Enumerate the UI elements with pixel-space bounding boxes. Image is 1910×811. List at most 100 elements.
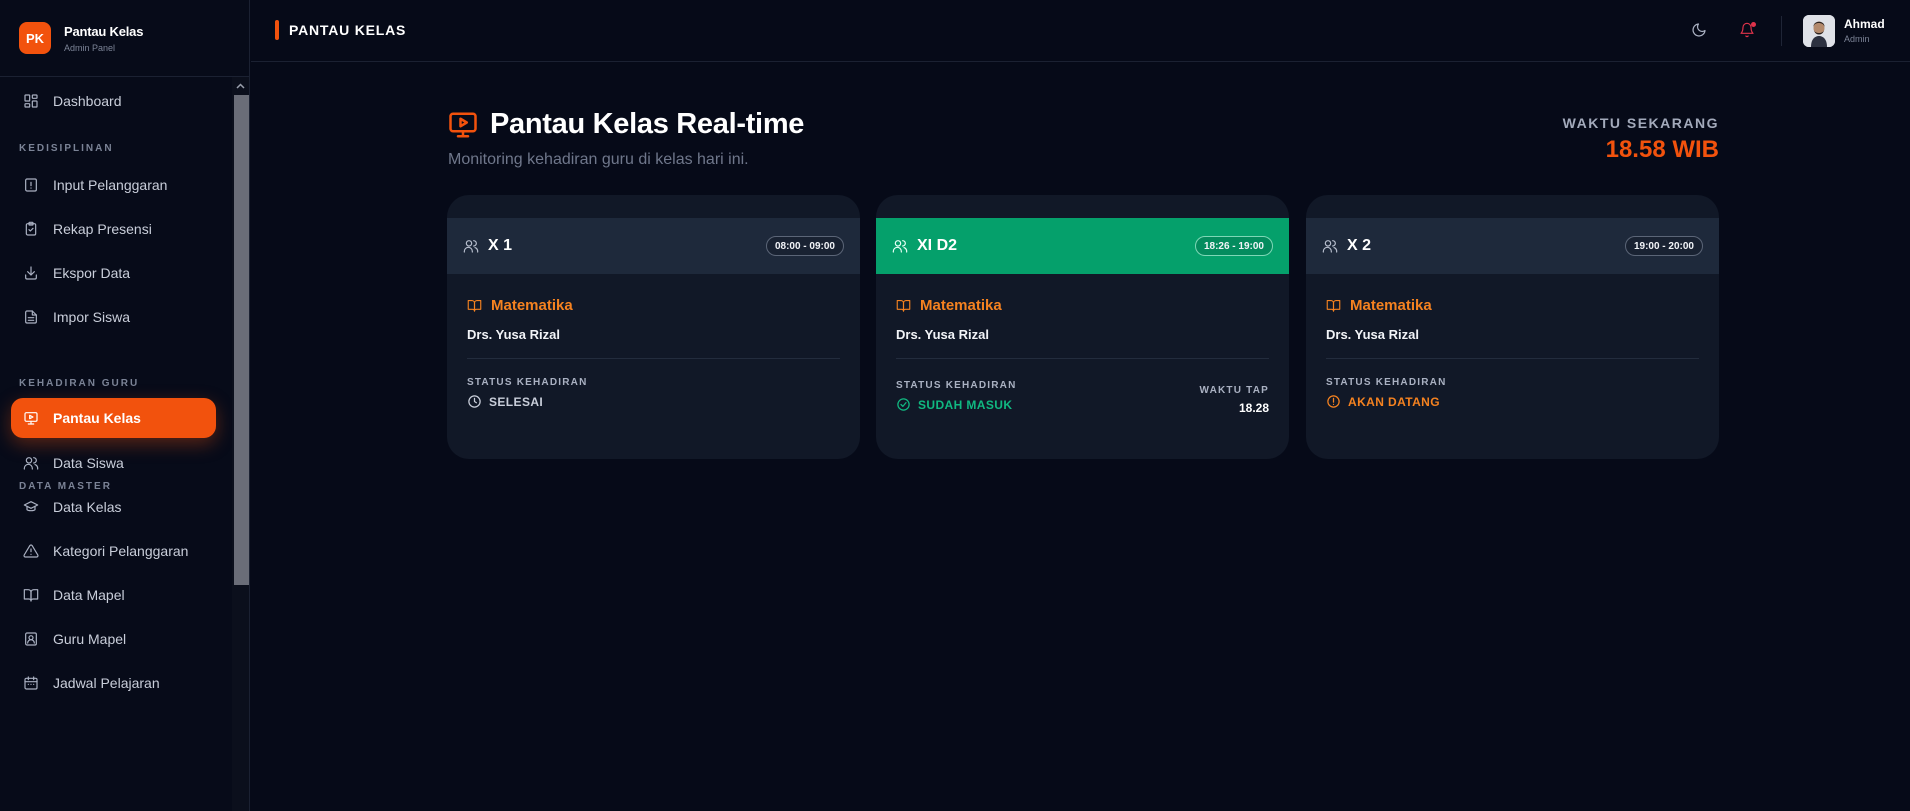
accent-bar: [275, 20, 279, 40]
sidebar-item-impor-siswa[interactable]: Impor Siswa: [11, 297, 216, 337]
tap-time-value: 18.28: [1238, 401, 1269, 415]
class-name: XI D2: [892, 237, 957, 255]
subject: Matematika: [896, 297, 1002, 314]
sidebar-item-kategori-pelanggaran[interactable]: Kategori Pelanggaran: [11, 531, 216, 571]
card-divider: [467, 358, 840, 359]
sidebar-item-guru-mapel[interactable]: Guru Mapel: [11, 619, 216, 659]
sidebar-item-label: Guru Mapel: [53, 631, 127, 647]
sidebar-item-label: Pantau Kelas: [53, 410, 141, 426]
status-label: STATUS KEHADIRAN: [467, 377, 588, 388]
sidebar-item-label: Data Kelas: [53, 499, 122, 515]
tap-time-label: WAKTU TAP: [1199, 385, 1269, 396]
status-value: SELESAI: [467, 394, 543, 409]
sidebar-item-ekspor-data[interactable]: Ekspor Data: [11, 253, 216, 293]
section-kedisiplinan: KEDISIPLINAN: [19, 143, 114, 154]
book-open-icon: [467, 299, 482, 312]
status-text: SUDAH MASUK: [918, 397, 1013, 412]
book-open-icon: [23, 589, 39, 602]
topbar-divider: [1781, 16, 1782, 46]
sidebar-item-input-pelanggaran[interactable]: Input Pelanggaran: [11, 165, 216, 205]
teacher-name: Drs. Yusa Rizal: [1326, 327, 1419, 342]
moon-icon: [1692, 23, 1706, 37]
file-text-icon: [25, 310, 37, 324]
alert-circle-icon: [1327, 395, 1340, 408]
class-card[interactable]: XI D2 18:26 - 19:00 Matematika Drs. Yusa…: [876, 195, 1289, 459]
teacher-name: Drs. Yusa Rizal: [896, 327, 989, 342]
sidebar-item-jadwal-pelajaran[interactable]: Jadwal Pelajaran: [11, 663, 216, 703]
scrollbar-thumb[interactable]: [234, 95, 249, 585]
section-kehadiran-guru: KEHADIRAN GURU: [19, 378, 140, 389]
sidebar-item-label: Kategori Pelanggaran: [53, 543, 189, 559]
calendar-icon: [24, 676, 38, 690]
topbar: PANTAU KELAS Ahmad Admin: [251, 0, 1910, 62]
user-name[interactable]: Ahmad: [1844, 17, 1885, 31]
clock-value: 18.58 WIB: [1605, 136, 1719, 163]
alert-square-icon: [25, 178, 37, 192]
scroll-up-arrow-icon[interactable]: [232, 77, 249, 94]
sidebar-item-rekap-presensi[interactable]: Rekap Presensi: [11, 209, 216, 249]
page-heading: Pantau Kelas Real-time: [448, 108, 804, 141]
contact-card-icon: [25, 632, 37, 646]
sidebar-item-label: Data Mapel: [53, 587, 125, 603]
notification-dot: [1751, 22, 1756, 27]
card-divider: [1326, 358, 1699, 359]
dashboard-grid-icon: [24, 94, 38, 108]
status-value: AKAN DATANG: [1326, 394, 1440, 409]
sidebar-item-data-mapel[interactable]: Data Mapel: [11, 575, 216, 615]
sidebar-item-pantau-kelas[interactable]: Pantau Kelas: [11, 398, 216, 438]
user-role: Admin: [1844, 34, 1870, 44]
time-badge: 08:00 - 09:00: [765, 236, 844, 256]
time-badge: 19:00 - 20:00: [1624, 236, 1703, 256]
sidebar-item-label: Jadwal Pelajaran: [53, 675, 160, 691]
app-subtitle: Admin Panel: [64, 42, 116, 53]
theme-toggle-button[interactable]: [1689, 20, 1709, 40]
monitor-play-icon: [24, 412, 38, 425]
book-open-icon: [1326, 299, 1341, 312]
sidebar-item-data-siswa[interactable]: Data Siswa: [11, 443, 216, 483]
user-photo-icon: [1803, 15, 1835, 47]
sidebar-item-label: Dashboard: [53, 93, 122, 109]
sidebar: PK Pantau Kelas Admin Panel Dashboard KE…: [0, 0, 250, 811]
status-value: SUDAH MASUK: [896, 397, 1012, 412]
class-name: X 2: [1322, 237, 1371, 255]
sidebar-item-label: Impor Siswa: [53, 309, 131, 325]
users-icon: [463, 240, 479, 253]
class-name: X 1: [463, 237, 512, 255]
subject: Matematika: [1326, 297, 1432, 314]
users-icon: [892, 240, 908, 253]
subject: Matematika: [467, 297, 573, 314]
class-card-header: X 1 08:00 - 09:00: [447, 218, 860, 274]
sidebar-item-data-kelas[interactable]: Data Kelas: [11, 487, 216, 527]
class-card-header: X 2 19:00 - 20:00: [1306, 218, 1719, 274]
graduation-cap-icon: [23, 501, 39, 512]
app-title: Pantau Kelas: [64, 23, 144, 39]
notifications-button[interactable]: [1737, 20, 1757, 40]
clipboard-check-icon: [25, 221, 37, 236]
subject-text: Matematika: [1350, 297, 1432, 314]
status-label: STATUS KEHADIRAN: [1326, 377, 1447, 388]
clock-label: WAKTU SEKARANG: [1562, 115, 1719, 131]
class-name-text: X 2: [1347, 237, 1372, 254]
sidebar-item-label: Data Siswa: [53, 455, 124, 471]
subject-text: Matematika: [491, 297, 573, 314]
card-divider: [896, 358, 1269, 359]
sidebar-scrollbar[interactable]: [232, 77, 249, 811]
class-name-text: XI D2: [917, 237, 958, 254]
class-card[interactable]: X 1 08:00 - 09:00 Matematika Drs. Yusa R…: [447, 195, 860, 459]
status-text: AKAN DATANG: [1348, 394, 1440, 409]
page-title: Pantau Kelas Real-time: [490, 108, 805, 140]
check-circle-icon: [897, 398, 910, 411]
teacher-name: Drs. Yusa Rizal: [467, 327, 560, 342]
sidebar-item-dashboard[interactable]: Dashboard: [11, 81, 216, 121]
brand[interactable]: PK Pantau Kelas Admin Panel: [0, 0, 249, 77]
sidebar-item-label: Input Pelanggaran: [53, 177, 168, 193]
avatar[interactable]: [1803, 15, 1835, 47]
app-logo: PK: [19, 22, 51, 54]
download-icon: [25, 266, 37, 280]
users-icon: [23, 457, 39, 470]
class-card[interactable]: X 2 19:00 - 20:00 Matematika Drs. Yusa R…: [1306, 195, 1719, 459]
page-subtitle: Monitoring kehadiran guru di kelas hari …: [448, 151, 749, 168]
class-card-header: XI D2 18:26 - 19:00: [876, 218, 1289, 274]
sidebar-item-label: Ekspor Data: [53, 265, 131, 281]
warning-triangle-icon: [23, 544, 39, 558]
